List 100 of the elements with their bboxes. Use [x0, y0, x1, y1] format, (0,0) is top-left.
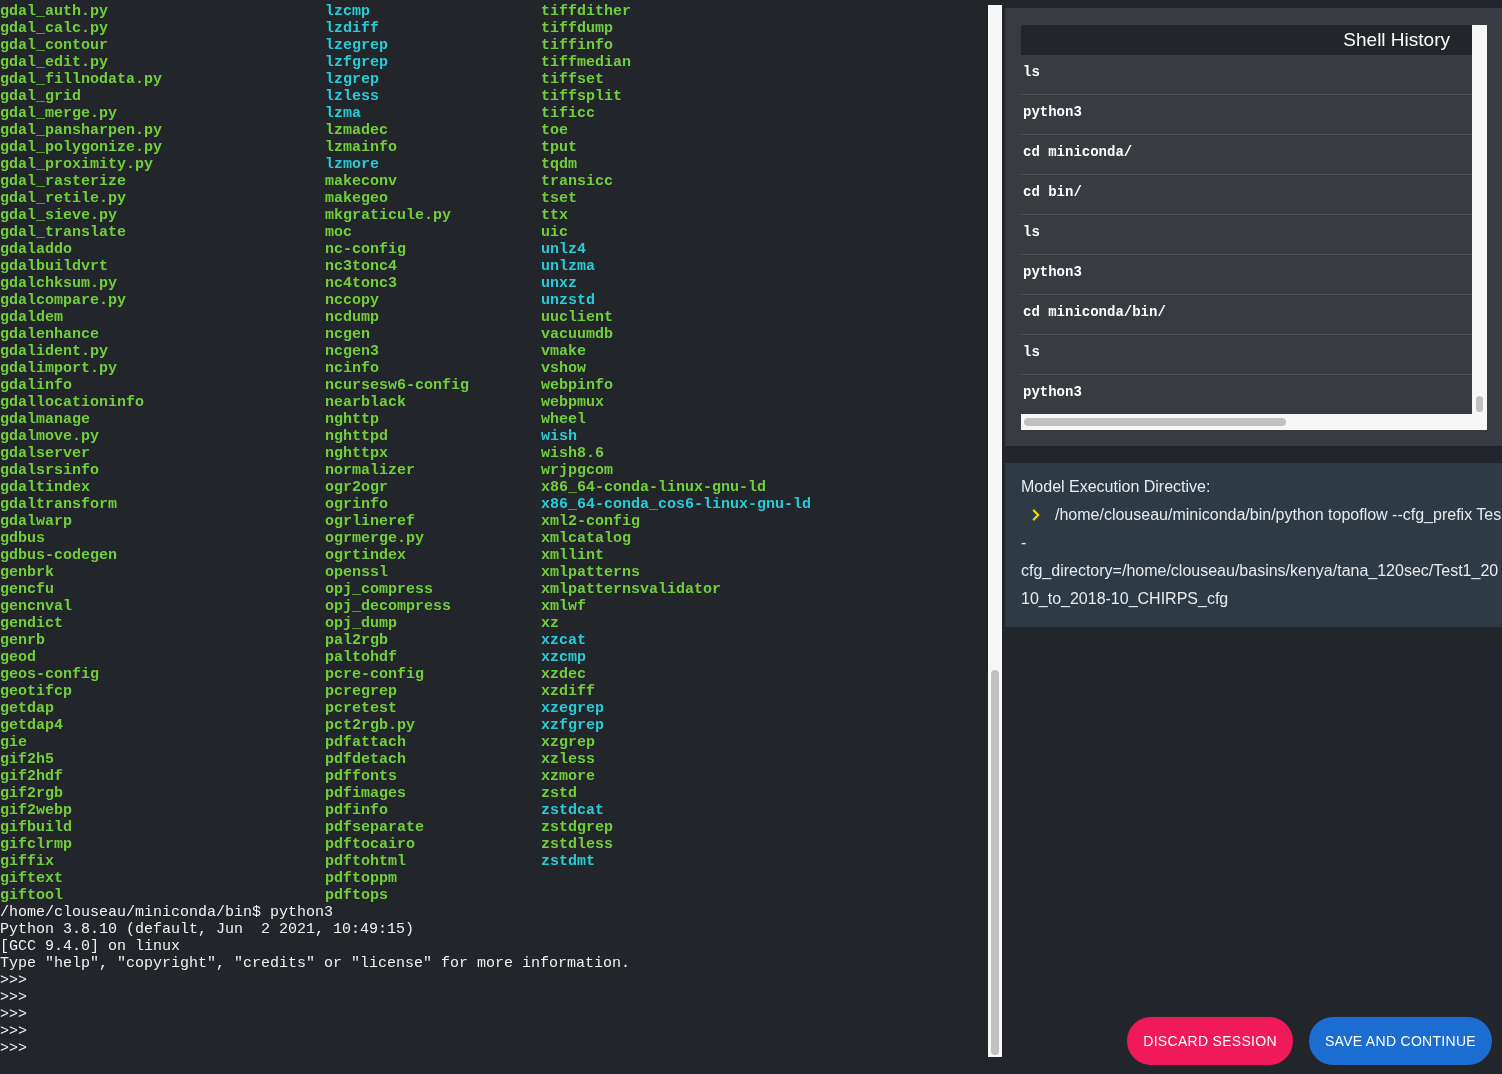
- file-name: uic: [541, 224, 568, 241]
- file-name: tiffdither: [541, 3, 631, 20]
- file-name: gdalmove.py: [0, 428, 100, 445]
- terminal-line: >>>: [0, 989, 27, 1006]
- file-name: ncinfo: [325, 360, 379, 377]
- terminal-line: Python 3.8.10 (default, Jun 2 2021, 10:49:15): [0, 921, 415, 938]
- file-name: xz: [541, 615, 559, 632]
- file-name: lzfgrep: [325, 54, 388, 71]
- discard-button[interactable]: DISCARD SESSION: [1127, 1017, 1293, 1065]
- file-name: gdalbuildvrt: [0, 258, 109, 275]
- file-name: nearblack: [325, 394, 406, 411]
- file-name: wish8.6: [541, 445, 604, 462]
- file-name: ogrlineref: [325, 513, 415, 530]
- file-name: paltohdf: [325, 649, 397, 666]
- file-name: gdalsrsinfo: [0, 462, 100, 479]
- file-name: xmlpatterns: [541, 564, 641, 581]
- terminal-line: [GCC 9.4.0] on linux: [0, 938, 181, 955]
- file-name: opj_dump: [325, 615, 397, 632]
- command-text: cfg_directory=/home/clouseau/basins/kenya/tana_120sec/Test1_20: [1021, 561, 1499, 581]
- command-text: -: [1021, 533, 1027, 553]
- file-name: gdalchksum.py: [0, 275, 118, 292]
- file-name: zstd: [541, 785, 577, 802]
- command-text: 10_to_2018-10_CHIRPS_cfg: [1021, 589, 1229, 609]
- scrollbar[interactable]: [988, 5, 1002, 1057]
- file-name: makeconv: [325, 173, 397, 190]
- file-name: uuclient: [541, 309, 613, 326]
- file-name: pdftocairo: [325, 836, 415, 853]
- history-title: Shell History: [1021, 25, 1472, 55]
- scrollbar-thumb[interactable]: [1024, 418, 1286, 426]
- file-name: mkgraticule.py: [325, 207, 452, 224]
- history-item[interactable]: ls: [1021, 215, 1472, 255]
- history-item[interactable]: python3: [1021, 95, 1472, 135]
- scrollbar-thumb[interactable]: [1476, 396, 1483, 412]
- history-item[interactable]: python3: [1021, 255, 1472, 295]
- file-name: lzless: [325, 88, 379, 105]
- history-item[interactable]: ls: [1021, 55, 1472, 95]
- file-name: lzgrep: [325, 71, 379, 88]
- file-name: pdfseparate: [325, 819, 425, 836]
- file-name: pdfimages: [325, 785, 406, 802]
- file-name: vshow: [541, 360, 586, 377]
- file-name: openssl: [325, 564, 388, 581]
- file-name: gdalinfo: [0, 377, 72, 394]
- file-name: gdal_retile.py: [0, 190, 127, 207]
- file-name: ncdump: [325, 309, 379, 326]
- file-name: unlzma: [541, 258, 595, 275]
- file-name: lzma: [325, 105, 361, 122]
- file-name: toe: [541, 122, 568, 139]
- file-name: zstdmt: [541, 853, 595, 870]
- file-name: gdal_auth.py: [0, 3, 109, 20]
- file-name: vmake: [541, 343, 586, 360]
- file-name: pdfattach: [325, 734, 406, 751]
- save-button[interactable]: SAVE AND CONTINUE: [1308, 1017, 1492, 1065]
- file-name: gdalserver: [0, 445, 90, 462]
- file-name: opj_compress: [325, 581, 434, 598]
- file-name: pdftohtml: [325, 853, 406, 870]
- file-name: ncgen: [325, 326, 370, 343]
- file-name: lzcmp: [325, 3, 370, 20]
- file-name: x86_64-conda-linux-gnu-ld: [541, 479, 767, 496]
- history-item[interactable]: cd miniconda/: [1021, 135, 1472, 175]
- file-name: tqdm: [541, 156, 577, 173]
- history-item[interactable]: python3: [1021, 375, 1472, 414]
- file-name: tset: [541, 190, 577, 207]
- file-name: nghttpx: [325, 445, 388, 462]
- file-name: ogrtindex: [325, 547, 406, 564]
- file-name: tificc: [541, 105, 595, 122]
- file-name: xzless: [541, 751, 595, 768]
- file-name: gdaladdo: [0, 241, 72, 258]
- history-item[interactable]: cd miniconda/bin/: [1021, 295, 1472, 335]
- file-name: genbrk: [0, 564, 54, 581]
- history-item[interactable]: ls: [1021, 335, 1472, 375]
- file-name: zstdless: [541, 836, 613, 853]
- file-name: gif2rgb: [0, 785, 63, 802]
- file-name: gdaltindex: [0, 479, 90, 496]
- file-name: gdbus: [0, 530, 45, 547]
- terminal-line: /home/clouseau/miniconda/bin$ python3: [0, 904, 334, 921]
- file-name: gdalident.py: [0, 343, 109, 360]
- file-name: gifclrmp: [0, 836, 72, 853]
- file-name: gif2webp: [0, 802, 72, 819]
- file-name: pdftops: [325, 887, 388, 904]
- file-name: ogr2ogr: [325, 479, 388, 496]
- file-name: genrb: [0, 632, 45, 649]
- file-name: lzegrep: [325, 37, 388, 54]
- history-item[interactable]: cd bin/: [1021, 175, 1472, 215]
- file-name: xmlcatalog: [541, 530, 631, 547]
- file-name: moc: [325, 224, 352, 241]
- file-name: gdal_rasterize: [0, 173, 127, 190]
- file-name: gencnval: [0, 598, 72, 615]
- file-name: makegeo: [325, 190, 388, 207]
- file-name: gifbuild: [0, 819, 72, 836]
- file-name: gdal_grid: [0, 88, 81, 105]
- directive-title: Model Execution Directive:: [1021, 477, 1211, 497]
- file-name: pdftoppm: [325, 870, 397, 887]
- file-name: gencfu: [0, 581, 54, 598]
- terminal-line: >>>: [0, 1006, 27, 1023]
- file-name: unxz: [541, 275, 577, 292]
- file-name: gdal_merge.py: [0, 105, 118, 122]
- file-name: lzmore: [325, 156, 379, 173]
- file-name: gdal_sieve.py: [0, 207, 118, 224]
- file-name: xzcmp: [541, 649, 586, 666]
- file-name: nc4tonc3: [325, 275, 397, 292]
